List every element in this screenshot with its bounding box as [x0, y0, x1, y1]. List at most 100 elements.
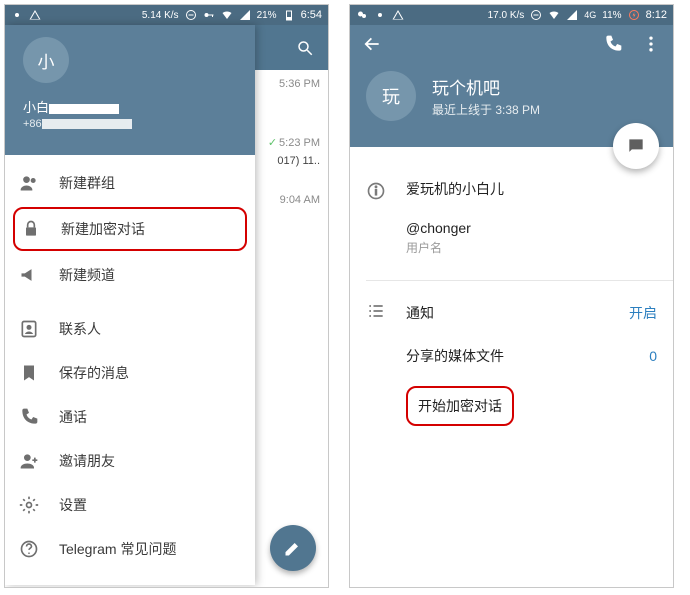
invite-icon [19, 451, 39, 471]
media-value: 0 [649, 348, 657, 364]
drawer-item-calls[interactable]: 通话 [5, 395, 255, 439]
net-speed: 5.14 K/s [142, 10, 179, 21]
help-icon [19, 539, 39, 559]
notif-indicator-icon [11, 9, 23, 21]
notif-value: 开启 [629, 303, 657, 323]
chat-row[interactable]: 5:36 PM [254, 70, 328, 128]
check-icon: ✓ [268, 137, 277, 149]
profile-avatar[interactable]: 玩 [366, 71, 416, 121]
secret-chat-label: 开始加密对话 [418, 398, 502, 414]
drawer-item-label: 邀请朋友 [59, 451, 115, 471]
clock-time: 8:12 [646, 9, 667, 21]
arrow-left-icon [362, 34, 382, 54]
username-label: 用户名 [406, 239, 657, 256]
vpn-key-icon [203, 9, 215, 21]
signal-icon [239, 9, 251, 21]
drawer-header[interactable]: 小 小白 +86 [5, 25, 255, 155]
user-name: 小白 [23, 97, 237, 116]
chat-header [254, 25, 328, 70]
wifi-icon [548, 9, 560, 21]
chat-time: 5:36 PM [258, 78, 320, 90]
profile-header: 玩 玩个机吧 最近上线于 3:38 PM [350, 25, 673, 147]
phone-right-profile: 17.0 K/s 4G 11% 8:12 玩 玩个机吧 最近上线于 3:38 P… [349, 4, 674, 588]
net-type: 4G [584, 10, 596, 20]
phone-left-drawer: 5.14 K/s 21% 6:54 5:36 PM ✓5:23 PM 017) … [4, 4, 329, 588]
drawer-item-label: 新建群组 [59, 173, 115, 193]
drawer-item-new-group[interactable]: 新建群组 [5, 161, 255, 205]
compose-fab[interactable] [270, 525, 316, 571]
bio-row[interactable]: 爱玩机的小白儿 [366, 165, 657, 220]
drawer-item-label: 联系人 [59, 319, 101, 339]
more-vert-icon [641, 34, 661, 54]
call-button[interactable] [603, 34, 623, 59]
drawer-item-contacts[interactable]: 联系人 [5, 307, 255, 351]
user-phone: +86 [23, 118, 237, 130]
username-value: @chonger [406, 220, 657, 236]
drawer-item-label: 设置 [59, 495, 87, 515]
chat-row[interactable]: ✓5:23 PM 017) 11.. [254, 128, 328, 186]
bookmark-icon [19, 363, 39, 383]
chat-icon [626, 136, 646, 156]
notif-indicator-icon [374, 9, 386, 21]
chat-row[interactable]: 9:04 AM [254, 186, 328, 244]
wechat-icon [356, 9, 368, 21]
lock-icon [21, 219, 41, 239]
battery-charging-icon [628, 9, 640, 21]
drawer-item-new-secret-chat[interactable]: 新建加密对话 [13, 207, 247, 251]
drawer-item-label: 通话 [59, 407, 87, 427]
status-bar: 5.14 K/s 21% 6:54 [5, 5, 328, 25]
phone-icon [19, 407, 39, 427]
drawer-item-label: 新建频道 [59, 265, 115, 285]
clock-time: 6:54 [301, 9, 322, 21]
notifications-row[interactable]: 通知 开启 [366, 289, 657, 336]
drawer-item-invite[interactable]: 邀请朋友 [5, 439, 255, 483]
chat-list-background: 5:36 PM ✓5:23 PM 017) 11.. 9:04 AM [254, 25, 328, 585]
notif-label: 通知 [406, 305, 434, 321]
settings-section: 通知 开启 分享的媒体文件 0 开始加密对话 [350, 283, 673, 440]
group-icon [19, 173, 39, 193]
chat-time: 9:04 AM [258, 194, 320, 206]
gear-icon [19, 495, 39, 515]
back-button[interactable] [362, 34, 382, 59]
no-disturb-icon [185, 9, 197, 21]
drawer-item-label: 新建加密对话 [61, 219, 145, 239]
warning-icon [392, 9, 404, 21]
drawer-item-label: 保存的消息 [59, 363, 129, 383]
signal-icon [566, 9, 578, 21]
status-bar: 17.0 K/s 4G 11% 8:12 [350, 5, 673, 25]
nav-drawer: 小 小白 +86 新建群组 新建加密对话 新建频道 联系人 [5, 25, 255, 585]
warning-icon [29, 9, 41, 21]
megaphone-icon [19, 265, 39, 285]
battery-percent: 11% [602, 10, 621, 21]
media-label: 分享的媒体文件 [406, 348, 504, 364]
more-button[interactable] [641, 34, 661, 59]
user-avatar[interactable]: 小 [23, 37, 69, 83]
info-icon [366, 181, 386, 201]
profile-title: 玩个机吧 [432, 74, 540, 99]
battery-icon [283, 9, 295, 21]
net-speed: 17.0 K/s [488, 10, 525, 21]
drawer-item-faq[interactable]: Telegram 常见问题 [5, 527, 255, 571]
list-icon [366, 301, 386, 321]
wifi-icon [221, 9, 233, 21]
pencil-icon [283, 538, 303, 558]
drawer-item-label: Telegram 常见问题 [59, 539, 176, 559]
search-icon[interactable] [296, 39, 314, 57]
bio-text: 爱玩机的小白儿 [406, 179, 657, 199]
chat-time: 5:23 PM [279, 137, 320, 149]
battery-percent: 21% [257, 10, 277, 21]
shared-media-row[interactable]: 分享的媒体文件 0 [366, 336, 657, 376]
toolbar [350, 25, 673, 67]
divider [366, 280, 673, 281]
drawer-list: 新建群组 新建加密对话 新建频道 联系人 保存的消息 通话 [5, 155, 255, 571]
username-row[interactable]: @chonger 用户名 [366, 220, 657, 270]
contacts-icon [19, 319, 39, 339]
drawer-item-settings[interactable]: 设置 [5, 483, 255, 527]
phone-icon [603, 34, 623, 54]
chat-preview: 017) 11.. [258, 155, 320, 167]
drawer-item-saved[interactable]: 保存的消息 [5, 351, 255, 395]
start-secret-chat-row[interactable]: 开始加密对话 [366, 376, 657, 436]
drawer-item-new-channel[interactable]: 新建频道 [5, 253, 255, 297]
profile-last-seen: 最近上线于 3:38 PM [432, 101, 540, 118]
message-fab[interactable] [613, 123, 659, 169]
